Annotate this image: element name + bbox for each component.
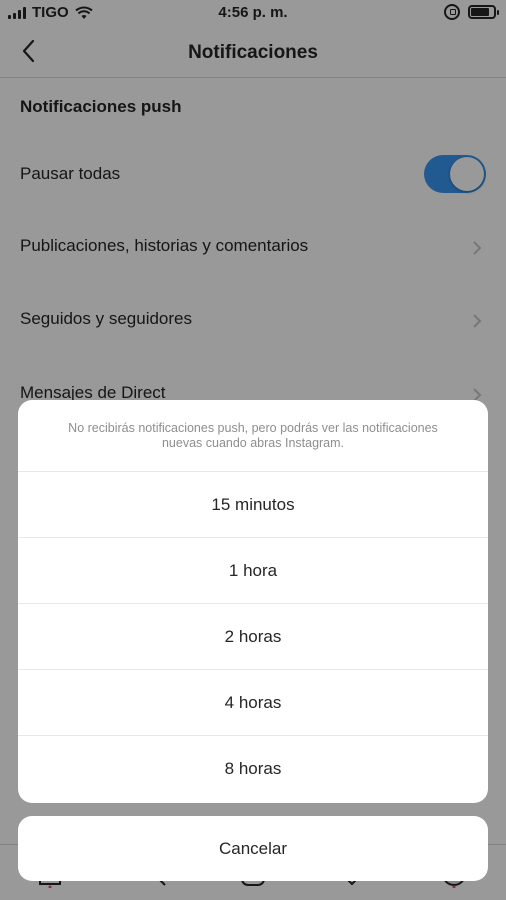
cancel-button[interactable]: Cancelar	[18, 816, 488, 881]
option-15-minutes[interactable]: 15 minutos	[18, 472, 488, 538]
action-sheet: No recibirás notificaciones push, pero p…	[18, 400, 488, 803]
option-2-hours[interactable]: 2 horas	[18, 604, 488, 670]
option-4-hours[interactable]: 4 horas	[18, 670, 488, 736]
option-8-hours[interactable]: 8 horas	[18, 736, 488, 802]
option-1-hour[interactable]: 1 hora	[18, 538, 488, 604]
action-sheet-message: No recibirás notificaciones push, pero p…	[18, 400, 488, 472]
